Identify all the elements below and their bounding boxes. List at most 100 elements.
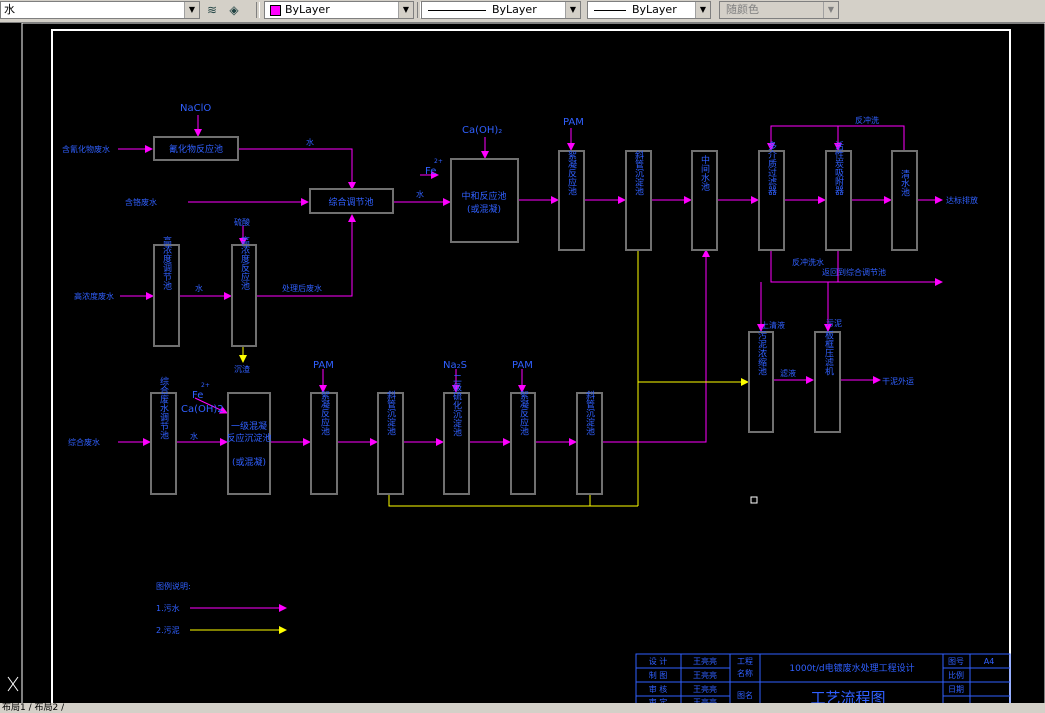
stage1-label: 一级混凝	[231, 420, 267, 432]
color-swatch	[270, 5, 281, 16]
title-block: 设 计 王亮亮 制 图 王亮亮 审 核 王亮亮 审 定 王亮亮 工程 名称 10…	[635, 653, 1011, 708]
filtrate-label: 滤液	[780, 368, 796, 378]
layer-make-current-icon[interactable]: ≋	[202, 1, 222, 19]
fe-caoh-label: Ca(OH)2	[181, 404, 224, 415]
thick-label: 污泥浓缩池	[756, 329, 767, 375]
chevron-down-icon[interactable]: ▼	[398, 2, 413, 18]
pam2-label: PAM	[313, 360, 334, 371]
sediment-label: 沉渣	[234, 364, 250, 374]
properties-toolbar: 水 ▼ ≋ ◈ ByLayer ▼ ByLayer ▼ ByLayer ▼ 随颜…	[0, 0, 1045, 23]
cn-oxid-label: 氰化物反应池	[169, 143, 223, 155]
chevron-down-icon[interactable]: ▼	[184, 2, 199, 18]
tb-reviewer: 王亮亮	[693, 684, 717, 694]
tb-project-key2: 名称	[737, 668, 753, 678]
caoh2-label: Ca(OH)₂	[462, 125, 502, 136]
acid-label: 硫酸	[234, 217, 250, 227]
water-label-d: 水	[190, 431, 198, 441]
stage2-label: 二级硫化沉淀池	[451, 374, 462, 437]
coag3-label: 絮凝反应池	[518, 389, 529, 435]
legend: 图例说明: 1.污水 2.污泥	[156, 581, 191, 635]
supernatant-label: 上清液	[761, 320, 785, 330]
coag2-label: 絮凝反应池	[319, 389, 330, 435]
pam3-label: PAM	[512, 360, 533, 371]
fe-top-label: Fe	[425, 166, 436, 177]
backwash-label: 反冲洗水	[792, 257, 824, 267]
mixed-reg-label: 综合废水调节池	[158, 375, 169, 439]
fe-top-charge: 2+	[434, 158, 443, 165]
legend-item-2: 2.污泥	[156, 625, 180, 635]
water-label-b: 水	[195, 283, 203, 293]
color-combo[interactable]: ByLayer ▼	[264, 1, 414, 19]
press-label: 板框压滤机	[823, 329, 834, 376]
tb-draw: 制 图	[649, 670, 668, 680]
neutral-label: 中和反应池	[461, 190, 506, 202]
lineweight-combo[interactable]: ByLayer ▼	[587, 1, 711, 19]
lineweight-value: ByLayer	[632, 3, 677, 16]
return-label: 返回到综合调节池	[822, 267, 886, 277]
filter-label: 多介质过滤器	[766, 140, 777, 195]
sed2-label: 斜管沉淀池	[385, 389, 396, 435]
linetype-value: ByLayer	[492, 3, 537, 16]
heavy-react-label: 高浓度反应池	[239, 235, 250, 290]
ucs-icon	[7, 676, 19, 692]
drawing-canvas[interactable]: 氰化物反应池 综合调节池 中和反应池 (或混凝) 絮凝反应池 斜管沉淀池 中间水…	[0, 22, 1045, 708]
clear-label: 清水池	[899, 168, 910, 196]
layer-previous-icon[interactable]: ◈	[224, 1, 244, 19]
pickbox-cursor	[750, 496, 758, 504]
tb-review: 审 核	[649, 684, 668, 694]
tb-v1: A4	[984, 657, 995, 666]
tb-project-key: 工程	[737, 657, 753, 666]
chevron-down-icon[interactable]: ▼	[823, 2, 838, 18]
lineweight-preview	[594, 10, 626, 11]
water-label-c: 水	[416, 189, 424, 199]
sed1-label: 斜管沉淀池	[633, 149, 644, 195]
input-cyanide: 含氰化物废水	[62, 144, 110, 154]
input-chromium: 含铬废水	[125, 197, 157, 207]
treated-label: 处理后废水	[282, 283, 322, 293]
backwash-top-label: 反冲洗	[855, 115, 879, 125]
legend-title: 图例说明:	[156, 581, 191, 591]
tb-k3: 日期	[948, 685, 964, 694]
legend-item-1: 1.污水	[156, 603, 180, 613]
fe-charge: 2+	[201, 382, 210, 389]
tb-k2: 比例	[948, 670, 964, 680]
mixing-label: 综合调节池	[328, 196, 373, 208]
tb-project: 1000t/d电镀废水处理工程设计	[789, 662, 914, 674]
input-mixed: 综合废水	[68, 437, 100, 447]
fe-label: Fe	[192, 390, 203, 401]
plotstyle-value: 随颜色	[726, 3, 759, 16]
naclo-label: NaClO	[180, 103, 211, 114]
sed3-label: 斜管沉淀池	[584, 389, 595, 435]
layer-combo[interactable]: 水 ▼	[0, 1, 200, 19]
plotstyle-combo[interactable]: 随颜色 ▼	[719, 1, 839, 19]
layer-name: 水	[4, 3, 15, 16]
pam1-label: PAM	[563, 117, 584, 128]
stage1c-label: (或混凝)	[232, 456, 266, 468]
sludge-up-label: 污泥	[826, 318, 842, 328]
flow-diagram: 氰化物反应池 综合调节池 中和反应池 (或混凝) 絮凝反应池 斜管沉淀池 中间水…	[7, 22, 1045, 708]
linetype-preview	[428, 10, 486, 11]
tb-k1: 图号	[948, 657, 964, 666]
chevron-down-icon[interactable]: ▼	[695, 2, 710, 18]
heavy-reg-label: 高浓度调节池	[161, 235, 172, 290]
water-label-a: 水	[306, 137, 314, 147]
mid-label: 中间水池	[699, 154, 710, 191]
stage1b-label: 反应沉淀池	[226, 432, 271, 444]
reuse-label: 达标排放	[946, 195, 978, 205]
layout-tabs[interactable]: 布局1 / 布局2 /	[0, 703, 1045, 713]
cake-label: 干泥外运	[882, 376, 914, 386]
carbon-label: 活性炭吸附器	[833, 140, 844, 195]
layout-tabs-label[interactable]: 布局1 / 布局2 /	[2, 703, 64, 713]
tb-designer: 王亮亮	[693, 656, 717, 666]
coag1-label: 絮凝反应池	[566, 149, 577, 195]
neutral-sub-label: (或混凝)	[467, 203, 501, 215]
color-value: ByLayer	[285, 3, 330, 16]
na2s-label: Na₂S	[443, 360, 467, 371]
toolbar-separator	[256, 2, 260, 18]
chevron-down-icon[interactable]: ▼	[565, 2, 580, 18]
tb-title-key: 图名	[737, 690, 753, 700]
clear-water-tank	[891, 150, 918, 251]
tb-drawer: 王亮亮	[693, 670, 717, 680]
linetype-combo[interactable]: ByLayer ▼	[421, 1, 581, 19]
tb-design: 设 计	[649, 656, 668, 666]
